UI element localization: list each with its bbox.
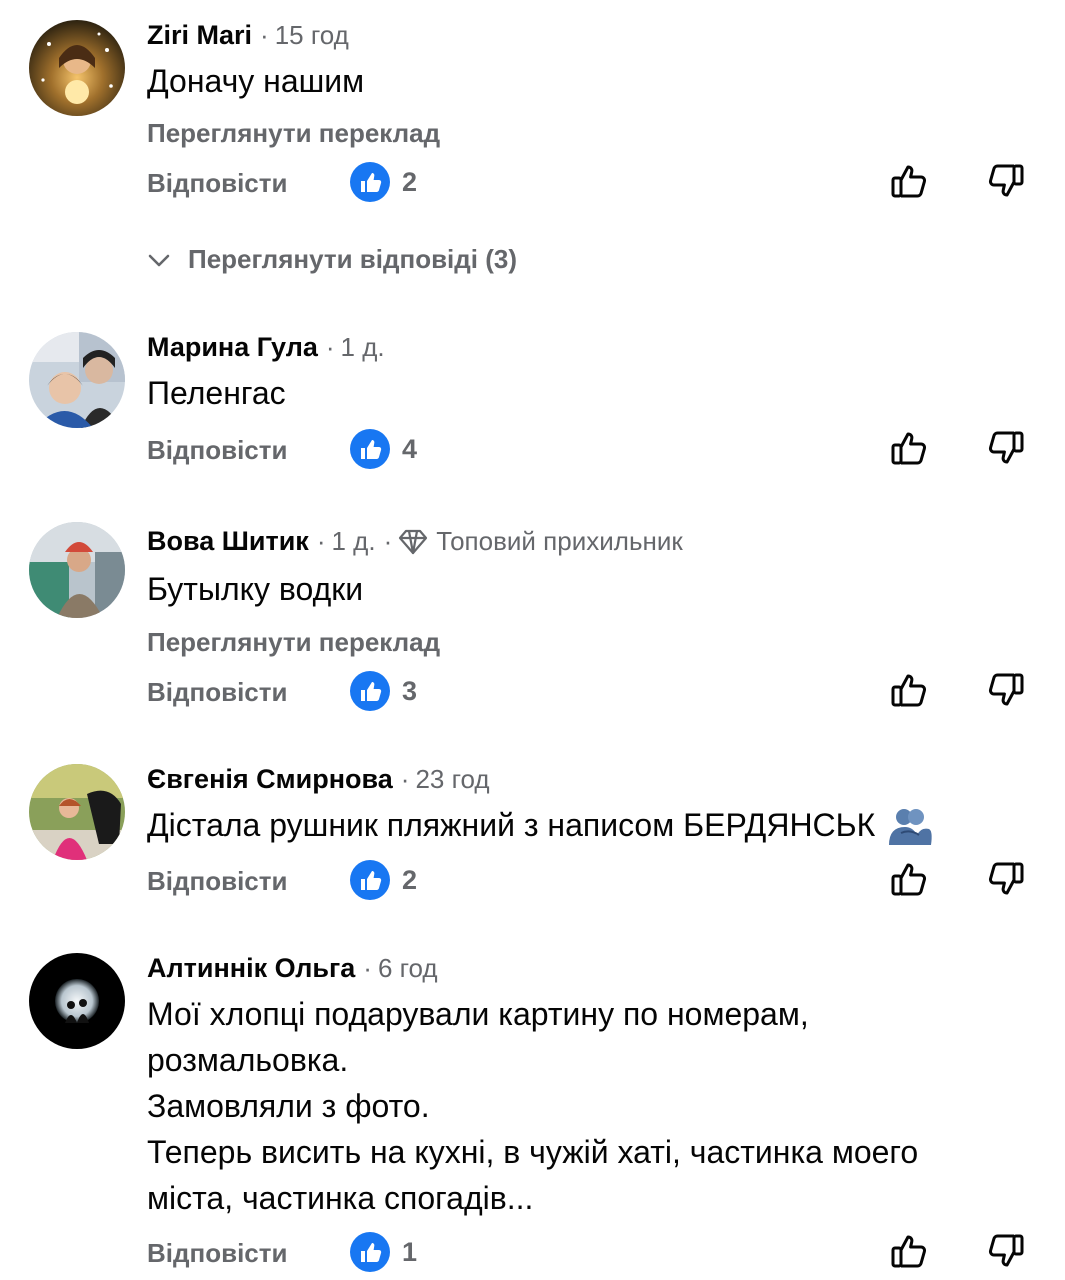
like-count: 1: [402, 1236, 418, 1267]
separator-dot: ·: [260, 20, 269, 50]
reply-button[interactable]: Відповісти: [147, 168, 287, 199]
comment-text: Дістала рушник пляжний з написом БЕРДЯНС…: [147, 802, 933, 848]
like-reaction-icon: [350, 429, 390, 469]
separator-dot: ·: [316, 526, 326, 556]
thumbs-down-icon[interactable]: [985, 858, 1027, 905]
timestamp[interactable]: 23 год: [415, 764, 489, 795]
author-name[interactable]: Євгенія Смирнова: [147, 764, 393, 795]
reaction-summary[interactable]: 4: [350, 429, 417, 469]
separator-dot: ·: [383, 526, 393, 556]
comment-line: розмальовка.: [147, 1042, 349, 1078]
comment-actions: Відповісти 2: [0, 158, 1065, 206]
reaction-summary[interactable]: 3: [350, 671, 417, 711]
like-count: 2: [402, 166, 418, 197]
reply-button[interactable]: Відповісти: [147, 677, 287, 708]
avatar[interactable]: [29, 953, 125, 1049]
comment-text: Бутылку водки: [147, 566, 363, 612]
like-count: 3: [402, 675, 418, 706]
separator-dot: ·: [325, 332, 335, 362]
avatar[interactable]: [29, 332, 125, 428]
reply-button[interactable]: Відповісти: [147, 435, 287, 466]
avatar[interactable]: [29, 764, 125, 860]
badge-label: Топовий прихильник: [436, 526, 683, 556]
comment-actions: Відповісти 4: [0, 425, 1065, 473]
reaction-summary[interactable]: 2: [350, 162, 417, 202]
thumbs-up-icon[interactable]: [888, 669, 930, 716]
avatar[interactable]: [29, 20, 125, 116]
comment-text: Доначу нашим: [147, 58, 364, 104]
reply-button[interactable]: Відповісти: [147, 866, 287, 897]
author-name[interactable]: Ziri Mari: [147, 20, 252, 51]
comment-line: Дістала рушник пляжний з написом БЕРДЯНС…: [147, 807, 876, 843]
comment-line: Мої хлопці подарували картину по номерам…: [147, 996, 809, 1032]
thumbs-down-icon[interactable]: [985, 160, 1027, 207]
comment-line: міста, частинка спогадів...: [147, 1180, 534, 1216]
reply-button[interactable]: Відповісти: [147, 1238, 287, 1269]
reaction-summary[interactable]: 1: [350, 1232, 417, 1272]
timestamp[interactable]: 6 год: [378, 953, 438, 984]
thumbs-down-icon[interactable]: [985, 669, 1027, 716]
view-replies-label: Переглянути відповіді (3): [188, 244, 518, 274]
comment-line: Бутылку водки: [147, 571, 364, 607]
thumbs-up-icon[interactable]: [888, 858, 930, 905]
thumbs-up-icon[interactable]: [888, 160, 930, 207]
comment-actions: Відповісти 3: [0, 667, 1065, 715]
like-count: 4: [402, 433, 418, 464]
comment-header: Євгенія Смирнова · 23 год: [147, 764, 490, 795]
comment-line: Замовляли з фото.: [147, 1088, 430, 1124]
see-translation-link[interactable]: Переглянути переклад: [147, 627, 440, 658]
see-translation-link[interactable]: Переглянути переклад: [147, 118, 440, 149]
timestamp[interactable]: 1 д.: [332, 526, 376, 557]
thumbs-up-icon[interactable]: [888, 427, 930, 474]
comment-line: Доначу нашим: [147, 63, 365, 99]
like-reaction-icon: [350, 162, 390, 202]
author-name[interactable]: Алтиннік Ольга: [147, 953, 355, 984]
reaction-summary[interactable]: 2: [350, 860, 417, 900]
thumbs-down-icon[interactable]: [985, 427, 1027, 474]
separator-dot: ·: [363, 953, 372, 983]
comment-text: Пеленгас: [147, 370, 286, 416]
comment-header: Марина Гула · 1 д.: [147, 332, 385, 363]
comment-text: Мої хлопці подарували картину по номерам…: [147, 991, 918, 1221]
comment-header: Алтиннік Ольга · 6 год: [147, 953, 438, 984]
top-fan-badge[interactable]: Топовий прихильник: [398, 526, 683, 557]
avatar[interactable]: [29, 522, 125, 618]
timestamp[interactable]: 1 д.: [341, 332, 385, 363]
comment-header: Ziri Mari · 15 год: [147, 20, 349, 51]
chevron-down-icon: [148, 254, 170, 266]
thumbs-down-icon[interactable]: [985, 1230, 1027, 1277]
like-reaction-icon: [350, 860, 390, 900]
people-hugging-emoji: [889, 809, 932, 845]
separator-dot: ·: [400, 764, 410, 794]
comment-actions: Відповісти 2: [0, 856, 1065, 904]
like-reaction-icon: [350, 1232, 390, 1272]
comment-line: Теперь висить на кухні, в чужій хаті, ча…: [147, 1134, 919, 1170]
thumbs-up-icon[interactable]: [888, 1230, 930, 1277]
comment-actions: Відповісти 1: [0, 1228, 1065, 1276]
comment-line: Пеленгас: [147, 375, 286, 411]
like-count: 2: [402, 864, 418, 895]
comment-header: Вова Шитик · 1 д. · Топовий прихильник: [147, 526, 683, 557]
timestamp[interactable]: 15 год: [275, 20, 349, 51]
author-name[interactable]: Марина Гула: [147, 332, 318, 363]
view-replies-button[interactable]: Переглянути відповіді (3): [146, 244, 517, 275]
author-name[interactable]: Вова Шитик: [147, 526, 309, 557]
diamond-icon: [399, 529, 428, 554]
like-reaction-icon: [350, 671, 390, 711]
